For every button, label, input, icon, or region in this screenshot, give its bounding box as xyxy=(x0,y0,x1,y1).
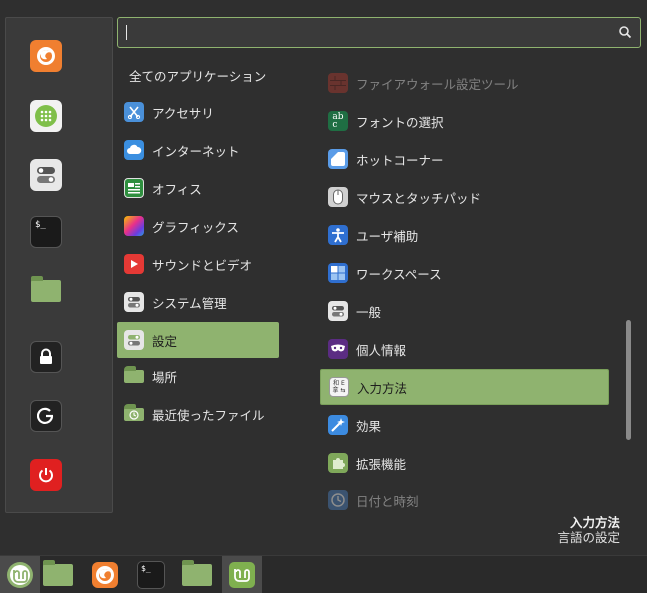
mouse-icon xyxy=(328,187,348,207)
app-date-time[interactable]: 日付と時刻 xyxy=(320,482,609,518)
text-cursor xyxy=(126,25,127,40)
terminal-icon: $_ xyxy=(137,561,165,589)
app-mouse-touchpad[interactable]: マウスとタッチパッド xyxy=(320,179,609,215)
category-settings[interactable]: 設定 xyxy=(117,322,279,358)
category-graphics[interactable]: グラフィックス xyxy=(117,208,279,244)
app-label: ユーザ補助 xyxy=(356,228,419,244)
app-privacy[interactable]: 個人情報 xyxy=(320,331,609,367)
category-label: インターネット xyxy=(152,143,240,159)
category-internet[interactable]: インターネット xyxy=(117,132,279,168)
apps-scrollbar[interactable] xyxy=(626,320,631,440)
category-label: 最近使ったファイル xyxy=(152,407,265,423)
app-label: 一般 xyxy=(356,304,382,320)
app-label: 個人情報 xyxy=(356,342,407,358)
search-input[interactable] xyxy=(117,17,641,48)
hot-corner-icon xyxy=(328,149,348,169)
mint-app-icon xyxy=(229,562,255,588)
folder-icon xyxy=(182,560,212,586)
app-label: マウスとタッチパッド xyxy=(356,190,482,206)
taskbar-mint-app[interactable] xyxy=(222,556,262,593)
apps-grid-icon[interactable] xyxy=(30,100,62,132)
menu-button[interactable] xyxy=(0,556,40,593)
recent-files-icon xyxy=(124,404,144,424)
app-label: 日付と時刻 xyxy=(356,493,419,509)
category-office[interactable]: オフィス xyxy=(117,170,279,206)
app-input-method[interactable]: 和 E拿 ⇆ 入力方法 xyxy=(320,369,609,405)
mint-logo-icon xyxy=(7,562,33,588)
settings-toggle-icon[interactable] xyxy=(30,159,62,191)
effects-icon xyxy=(328,415,348,435)
category-system-admin[interactable]: システム管理 xyxy=(117,284,279,320)
system-admin-icon xyxy=(124,292,144,312)
category-recent-files[interactable]: 最近使ったファイル xyxy=(117,396,279,432)
category-label: 場所 xyxy=(152,369,178,385)
settings-icon xyxy=(124,330,144,350)
app-firewall[interactable]: ファイアウォール設定ツール xyxy=(320,65,609,101)
taskbar: $_ xyxy=(0,555,647,593)
category-accessories[interactable]: アクセサリ xyxy=(117,94,279,130)
general-icon xyxy=(328,301,348,321)
app-label: ワークスペース xyxy=(356,266,442,282)
category-label: グラフィックス xyxy=(152,219,239,235)
search-icon xyxy=(619,26,632,39)
office-icon xyxy=(124,178,144,198)
privacy-icon xyxy=(328,339,348,359)
firefox-icon xyxy=(92,562,118,588)
category-label: アクセサリ xyxy=(152,105,214,121)
lock-icon[interactable] xyxy=(30,341,62,373)
category-label: システム管理 xyxy=(152,295,227,311)
workspace-icon xyxy=(328,263,348,283)
app-label: 効果 xyxy=(356,418,382,434)
logout-icon[interactable] xyxy=(30,400,62,432)
accessories-icon xyxy=(124,102,144,122)
taskbar-terminal[interactable]: $_ xyxy=(131,556,171,593)
app-label: ファイアウォール設定ツール xyxy=(356,76,519,92)
file-manager-icon xyxy=(43,560,73,586)
app-extensions[interactable]: 拡張機能 xyxy=(320,445,609,481)
firefox-icon[interactable] xyxy=(30,40,62,72)
category-label: サウンドとビデオ xyxy=(152,257,253,273)
date-time-icon xyxy=(328,490,348,510)
all-applications-category[interactable]: 全てのアプリケーション xyxy=(129,66,266,85)
app-label: 入力方法 xyxy=(357,380,408,396)
category-places[interactable]: 場所 xyxy=(117,358,279,394)
app-accessibility[interactable]: ユーザ補助 xyxy=(320,217,609,253)
extensions-icon xyxy=(328,453,348,473)
category-label: オフィス xyxy=(152,181,202,197)
category-label: 設定 xyxy=(152,333,178,349)
selected-app-description: 言語の設定 xyxy=(557,530,620,545)
terminal-icon[interactable]: $_ xyxy=(30,216,62,248)
sound-video-icon xyxy=(124,254,144,274)
app-label: ホットコーナー xyxy=(356,152,444,168)
folder-icon[interactable] xyxy=(30,275,62,307)
taskbar-folder[interactable] xyxy=(177,556,217,593)
app-general[interactable]: 一般 xyxy=(320,293,609,329)
app-label: 拡張機能 xyxy=(356,456,407,472)
taskbar-file-manager[interactable] xyxy=(38,556,78,593)
input-method-icon: 和 E拿 ⇆ xyxy=(329,377,349,397)
app-workspace[interactable]: ワークスペース xyxy=(320,255,609,291)
font-icon: ab c xyxy=(328,111,348,131)
app-font-selection[interactable]: ab c フォントの選択 xyxy=(320,103,609,139)
firewall-icon xyxy=(328,73,348,93)
power-icon[interactable] xyxy=(30,459,62,491)
internet-icon xyxy=(124,140,144,160)
favorites-sidebar: $_ xyxy=(5,17,113,513)
app-label: フォントの選択 xyxy=(356,114,444,130)
app-hot-corner[interactable]: ホットコーナー xyxy=(320,141,609,177)
accessibility-icon xyxy=(328,225,348,245)
category-sound-video[interactable]: サウンドとビデオ xyxy=(117,246,279,282)
taskbar-firefox[interactable] xyxy=(85,556,125,593)
application-menu: $_ 全てのアプリケーション アクセサリ インターネット オフィス グラフィック xyxy=(0,0,647,555)
graphics-icon xyxy=(124,216,144,236)
app-effects[interactable]: 効果 xyxy=(320,407,609,443)
places-icon xyxy=(124,366,144,386)
